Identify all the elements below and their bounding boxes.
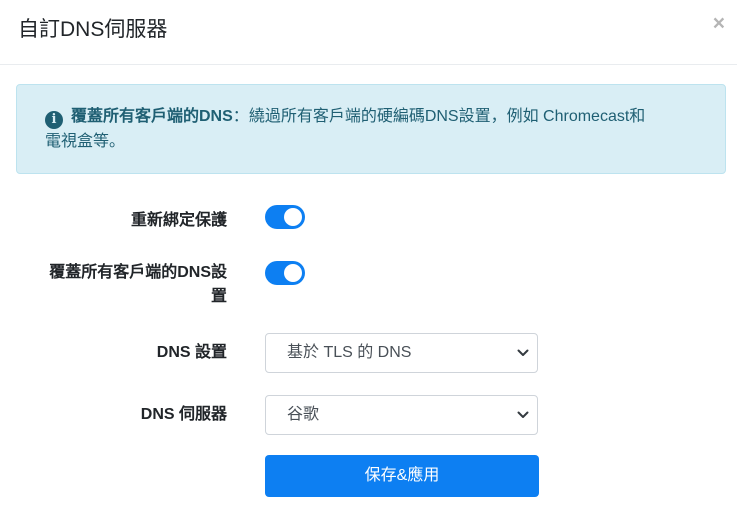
dialog-title: 自訂DNS伺服器 bbox=[18, 18, 168, 41]
chevron-down-icon bbox=[517, 411, 529, 418]
alert-separator: ： bbox=[232, 108, 249, 125]
override-dns-toggle[interactable] bbox=[265, 261, 305, 285]
override-dns-label: 覆蓋所有客戶端的DNS設 置 bbox=[7, 261, 227, 309]
dns-setting-value: 基於 TLS 的 DNS bbox=[287, 344, 412, 361]
toggle-knob bbox=[284, 208, 302, 226]
save-apply-button[interactable]: 保存&應用 bbox=[265, 455, 539, 497]
dns-setting-select[interactable]: 基於 TLS 的 DNS bbox=[265, 333, 538, 373]
rebind-protection-toggle[interactable] bbox=[265, 205, 305, 229]
close-button[interactable]: × bbox=[713, 12, 725, 36]
alert-text-line2: 電視盒等。 bbox=[45, 133, 126, 150]
dns-server-select[interactable]: 谷歌 bbox=[265, 395, 538, 435]
dialog-header: 自訂DNS伺服器 × bbox=[0, 0, 737, 65]
toggle-knob bbox=[284, 264, 302, 282]
alert-text-line1: 繞過所有客戶端的硬編碼DNS設置，例如 Chromecast和 bbox=[248, 108, 646, 125]
dns-server-label: DNS 伺服器 bbox=[140, 406, 227, 423]
dns-setting-label: DNS 設置 bbox=[156, 344, 227, 361]
custom-dns-dialog: 自訂DNS伺服器 × i 覆蓋所有客戶端的DNS：繞過所有客戶端的硬編碼DNS設置… bbox=[0, 0, 737, 528]
rebind-protection-label: 重新綁定保護 bbox=[130, 212, 227, 229]
chevron-down-icon bbox=[517, 349, 529, 356]
info-alert: i 覆蓋所有客戶端的DNS：繞過所有客戶端的硬編碼DNS設置，例如 Chromec… bbox=[16, 84, 726, 174]
alert-title: 覆蓋所有客戶端的DNS bbox=[71, 108, 233, 125]
dns-server-value: 谷歌 bbox=[287, 406, 320, 423]
info-circle-icon: i bbox=[45, 111, 63, 129]
override-dns-label-line2: 置 bbox=[210, 288, 227, 305]
override-dns-label-line1: 覆蓋所有客戶端的DNS設 bbox=[49, 264, 227, 281]
